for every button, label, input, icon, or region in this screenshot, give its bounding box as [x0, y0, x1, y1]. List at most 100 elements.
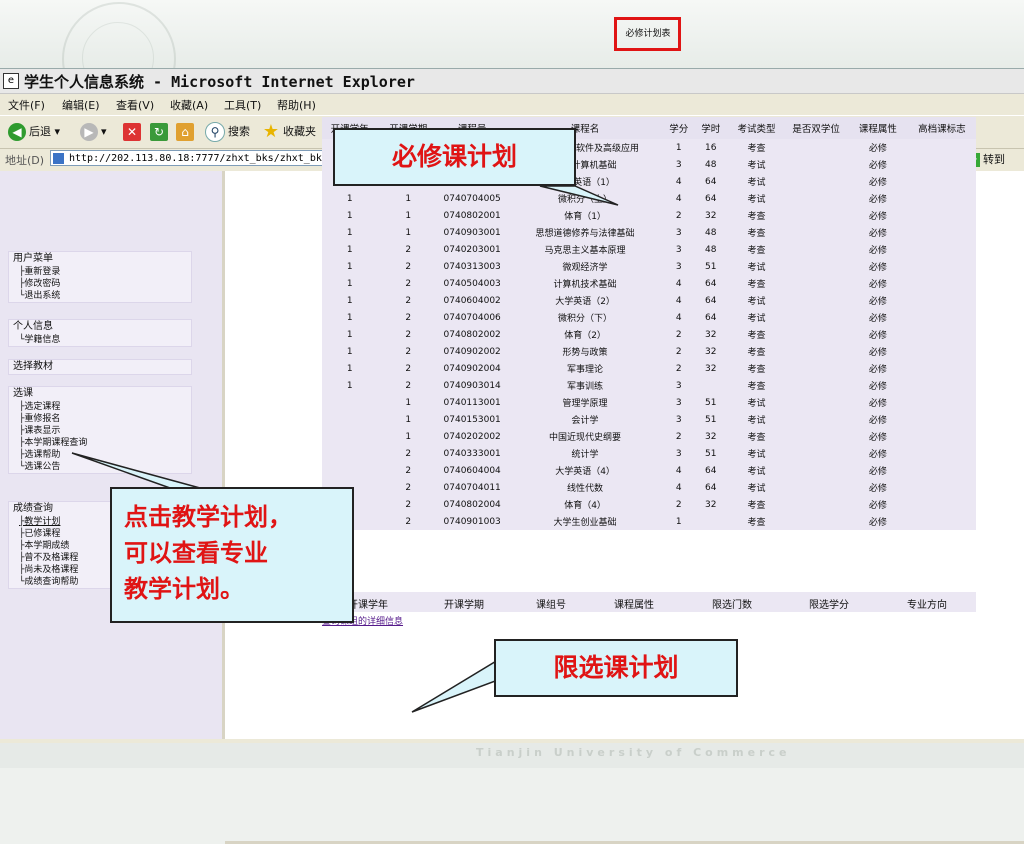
menu-help[interactable]: 帮助(H): [277, 97, 316, 113]
table-cell: 考试: [747, 314, 766, 324]
table-cell: [784, 258, 848, 275]
table-cell: 1: [346, 278, 353, 289]
table-cell: 1: [405, 431, 412, 442]
table-cell: 体育（4）: [564, 501, 606, 511]
table-cell: 2: [405, 346, 412, 357]
sidebar-item[interactable]: ├修改密码: [9, 278, 191, 290]
table-cell: 4: [675, 278, 682, 289]
callout-elective-plan: 限选课计划: [494, 639, 738, 697]
table-cell: 4: [675, 193, 682, 204]
sidebar-frame: 用户菜单 ├重新登录 ├修改密码 └退出系统 个人信息 └学籍信息 选择教材 选课 ├选定课程 ├…: [0, 171, 225, 739]
table-cell: [784, 513, 848, 530]
table-cell: 2: [405, 516, 412, 527]
table-cell: [784, 292, 848, 309]
table-cell: 中国近现代史纲要: [549, 433, 622, 443]
forward-arrow-icon: ▶: [80, 123, 98, 141]
back-button[interactable]: ◀ 后退 ▾: [8, 122, 60, 142]
home-icon: ⌂: [176, 123, 194, 141]
table-cell: 考查: [747, 229, 766, 239]
table-cell: 计算机技术基础: [553, 280, 617, 290]
table-cell: 64: [705, 176, 717, 187]
callout-line-2: 可以查看专业: [124, 538, 268, 567]
table-cell: 考试: [747, 178, 766, 188]
elective-col-count: 限选门数: [712, 600, 752, 611]
table-cell: 必修: [868, 195, 887, 205]
table-cell: 4: [675, 465, 682, 476]
elective-col-group: 课组号: [536, 600, 566, 611]
table-cell: 考试: [747, 263, 766, 273]
menu-tools[interactable]: 工具(T): [224, 97, 261, 113]
sidebar-item[interactable]: ├选课帮助: [9, 449, 191, 461]
sidebar-item[interactable]: └学籍信息: [9, 334, 191, 346]
table-cell: 管理学原理: [562, 399, 608, 409]
table-cell: 2: [405, 363, 412, 374]
table-cell: [784, 173, 848, 190]
table-cell: 考试: [747, 467, 766, 477]
table-cell: 军事训练: [567, 382, 604, 392]
table-cell: 2: [405, 380, 412, 391]
table-cell: 会计学: [571, 416, 599, 426]
table-cell: 0740802002: [443, 329, 501, 340]
sidebar-section: 选课 ├选定课程 ├重修报名 ├课表显示 ├本学期课程查询 ├选课帮助 └选课公告: [8, 386, 192, 474]
table-cell: [908, 241, 976, 258]
refresh-button[interactable]: ↻: [150, 122, 171, 142]
table-cell: [693, 513, 729, 530]
search-button[interactable]: ⚲ 搜索: [205, 122, 250, 142]
required-plan-tab[interactable]: 必修计划表: [620, 27, 676, 41]
stop-button[interactable]: ✕: [123, 122, 144, 142]
table-cell: 1: [346, 261, 353, 272]
sidebar-item[interactable]: └退出系统: [9, 290, 191, 302]
menu-favorites[interactable]: 收藏(A): [170, 97, 208, 113]
sidebar-item[interactable]: ├重修报名: [9, 413, 191, 425]
table-cell: 必修: [868, 161, 887, 171]
table-cell: 必修: [868, 467, 887, 477]
sidebar-section: 用户菜单 ├重新登录 ├修改密码 └退出系统: [8, 251, 192, 303]
window-title: 学生个人信息系统 - Microsoft Internet Explorer: [24, 73, 415, 91]
callout-line-3: 教学计划。: [124, 574, 244, 603]
table-cell: 军事理论: [567, 365, 604, 375]
home-button[interactable]: ⌂: [176, 122, 197, 142]
sidebar-item[interactable]: ├课表显示: [9, 425, 191, 437]
sidebar-item[interactable]: ├重新登录: [9, 266, 191, 278]
table-cell: 0740802001: [443, 210, 501, 221]
menu-edit[interactable]: 编辑(E): [62, 97, 100, 113]
table-row: 1 2 0740504003 计算机技术基础 4 64 考查 必修: [322, 275, 976, 292]
table-cell: 1: [346, 363, 353, 374]
sidebar-item[interactable]: └选课公告: [9, 461, 191, 473]
table-cell: 64: [705, 295, 717, 306]
table-cell: 51: [705, 448, 717, 459]
table-cell: 0740333001: [443, 448, 501, 459]
table-cell: [784, 207, 848, 224]
menu-file[interactable]: 文件(F): [8, 97, 45, 113]
favorites-button[interactable]: ★ 收藏夹: [262, 122, 316, 142]
table-cell: 0740504003: [443, 278, 501, 289]
table-row: 1 2 0740604002 大学英语（2） 4 64 考试 必修: [322, 292, 976, 309]
table-cell: 0740113001: [443, 397, 501, 408]
menu-view[interactable]: 查看(V): [116, 97, 154, 113]
footer-university-name: Tianjin University of Commerce: [476, 746, 791, 759]
table-cell: [784, 190, 848, 207]
sidebar-item[interactable]: ├选定课程: [9, 401, 191, 413]
table-cell: 0740903014: [443, 380, 501, 391]
table-row: 2 0740604004 大学英语（4） 4 64 考试 必修: [322, 462, 976, 479]
table-cell: 必修: [868, 484, 887, 494]
table-cell: [322, 394, 377, 411]
sidebar-section-title: 选课: [13, 388, 33, 399]
table-cell: 2: [675, 346, 682, 357]
table-cell: 1: [675, 516, 682, 527]
forward-button[interactable]: ▶ ▾: [80, 122, 107, 142]
sidebar-item[interactable]: ├本学期课程查询: [9, 437, 191, 449]
sidebar-section: 选择教材: [8, 359, 192, 375]
table-cell: 1: [346, 193, 353, 204]
table-cell: 2: [405, 499, 412, 510]
table-cell: 48: [705, 227, 717, 238]
elective-col-year: 开课学年: [348, 600, 388, 611]
table-cell: [908, 462, 976, 479]
table-cell: 必修: [868, 297, 887, 307]
table-cell: [322, 445, 377, 462]
table-cell: [908, 326, 976, 343]
table-row: 1 2 0740902002 形势与政策 2 32 考查 必修: [322, 343, 976, 360]
table-cell: 32: [705, 431, 717, 442]
table-cell: [908, 360, 976, 377]
table-cell: 考查: [747, 518, 766, 528]
